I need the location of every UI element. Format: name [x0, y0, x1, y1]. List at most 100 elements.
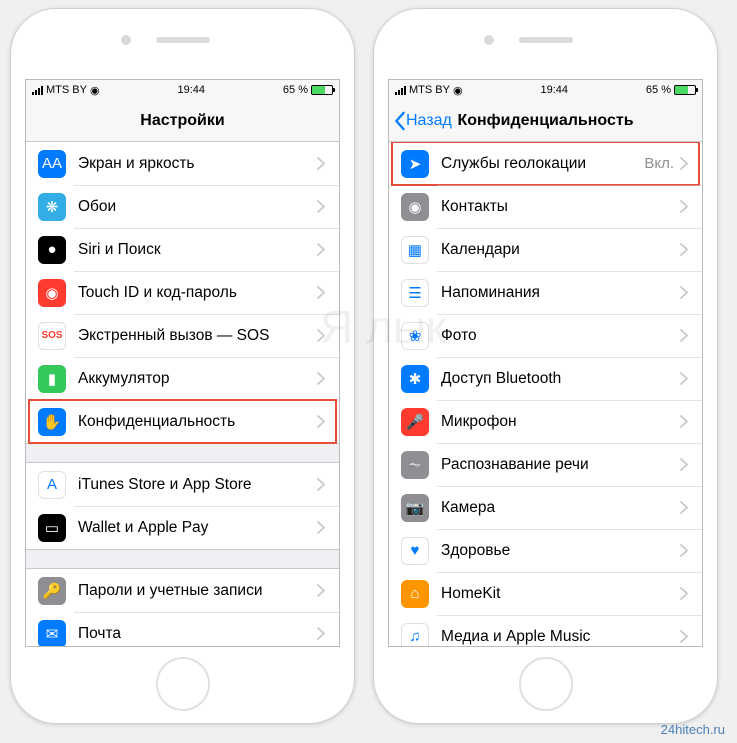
screen-left: MTS BY ◉ 19:44 65 % Настройки AAЭкран и …: [25, 79, 340, 647]
settings-row[interactable]: 🎤Микрофон: [389, 400, 702, 443]
settings-row[interactable]: SOSЭкстренный вызов — SOS: [26, 314, 339, 357]
chevron-right-icon: [680, 157, 688, 170]
settings-row[interactable]: ❋Обои: [26, 185, 339, 228]
row-icon: ▦: [401, 236, 429, 264]
row-label: Службы геолокации: [441, 155, 644, 173]
back-label: Назад: [406, 112, 452, 130]
chevron-right-icon: [317, 372, 325, 385]
row-label: Фото: [441, 327, 680, 345]
chevron-right-icon: [317, 157, 325, 170]
status-bar: MTS BY ◉ 19:44 65 %: [26, 80, 339, 100]
row-icon: ☰: [401, 279, 429, 307]
row-icon: ◉: [401, 193, 429, 221]
settings-row[interactable]: ▭Wallet и Apple Pay: [26, 506, 339, 549]
chevron-right-icon: [317, 521, 325, 534]
speaker: [156, 37, 210, 43]
row-label: Wallet и Apple Pay: [78, 519, 317, 537]
row-label: iTunes Store и App Store: [78, 476, 317, 494]
camera-dot: [484, 35, 494, 45]
phone-left: MTS BY ◉ 19:44 65 % Настройки AAЭкран и …: [10, 8, 355, 724]
row-label: Календари: [441, 241, 680, 259]
row-label: Распознавание речи: [441, 456, 680, 474]
home-button[interactable]: [156, 657, 210, 711]
row-label: HomeKit: [441, 585, 680, 603]
settings-row[interactable]: ♫ Медиа и Apple Music: [389, 615, 702, 646]
row-label: Конфиденциальность: [78, 413, 317, 431]
chevron-right-icon: [680, 286, 688, 299]
row-label: Почта: [78, 625, 317, 643]
settings-row[interactable]: ◉Touch ID и код-пароль: [26, 271, 339, 314]
home-button[interactable]: [519, 657, 573, 711]
clock: 19:44: [540, 84, 568, 96]
settings-row[interactable]: ♥ Здоровье: [389, 529, 702, 572]
row-label: Аккумулятор: [78, 370, 317, 388]
settings-row[interactable]: ● Siri и Поиск: [26, 228, 339, 271]
row-icon: ◉: [38, 279, 66, 307]
settings-list[interactable]: AAЭкран и яркость❋Обои ● Siri и Поиск ◉Touc…: [26, 142, 339, 646]
row-label: Контакты: [441, 198, 680, 216]
settings-row[interactable]: AAЭкран и яркость: [26, 142, 339, 185]
camera-dot: [121, 35, 131, 45]
battery-percent: 65 %: [283, 84, 308, 96]
battery-icon: [311, 85, 333, 95]
wifi-icon: ◉: [90, 84, 100, 97]
privacy-list[interactable]: ➤Службы геолокацииВкл. ◉ Контакты ▦ Календар…: [389, 142, 702, 646]
row-icon: ●: [38, 236, 66, 264]
settings-row[interactable]: ✋Конфиденциальность: [26, 400, 339, 443]
settings-group: AAЭкран и яркость❋Обои ● Siri и Поиск ◉Touc…: [26, 142, 339, 444]
settings-row[interactable]: ☰ Напоминания: [389, 271, 702, 314]
settings-row[interactable]: 🔑Пароли и учетные записи: [26, 569, 339, 612]
row-label: Напоминания: [441, 284, 680, 302]
chevron-right-icon: [680, 329, 688, 342]
status-bar: MTS BY ◉ 19:44 65 %: [389, 80, 702, 100]
battery-icon: [674, 85, 696, 95]
chevron-right-icon: [680, 630, 688, 643]
settings-row[interactable]: ✱ Доступ Bluetooth: [389, 357, 702, 400]
battery-percent: 65 %: [646, 84, 671, 96]
settings-group: 🔑Пароли и учетные записи✉Почта◉Контакты▦…: [26, 568, 339, 646]
settings-row[interactable]: ⌂ HomeKit: [389, 572, 702, 615]
settings-row[interactable]: 📷Камера: [389, 486, 702, 529]
settings-group: ➤Службы геолокацииВкл. ◉ Контакты ▦ Календар…: [389, 142, 702, 646]
settings-row[interactable]: ❀ Фото: [389, 314, 702, 357]
row-icon: ♫: [401, 623, 429, 647]
chevron-left-icon: [393, 111, 406, 131]
wifi-icon: ◉: [453, 84, 463, 97]
credit-label: 24hitech.ru: [661, 722, 725, 737]
row-label: Медиа и Apple Music: [441, 628, 680, 646]
chevron-right-icon: [680, 415, 688, 428]
row-icon: ♥: [401, 537, 429, 565]
row-label: Экстренный вызов — SOS: [78, 327, 317, 345]
chevron-right-icon: [317, 478, 325, 491]
signal-icon: [395, 86, 406, 95]
settings-row[interactable]: ✉Почта: [26, 612, 339, 646]
back-button[interactable]: Назад: [389, 111, 452, 131]
settings-row[interactable]: ⏦ Распознавание речи: [389, 443, 702, 486]
speaker: [519, 37, 573, 43]
row-icon: ✱: [401, 365, 429, 393]
chevron-right-icon: [317, 415, 325, 428]
chevron-right-icon: [680, 243, 688, 256]
row-icon: ❀: [401, 322, 429, 350]
row-label: Siri и Поиск: [78, 241, 317, 259]
settings-row[interactable]: AiTunes Store и App Store: [26, 463, 339, 506]
row-icon: 🎤: [401, 408, 429, 436]
chevron-right-icon: [680, 501, 688, 514]
row-icon: ⏦: [401, 451, 429, 479]
row-label: Здоровье: [441, 542, 680, 560]
row-label: Доступ Bluetooth: [441, 370, 680, 388]
screen-right: MTS BY ◉ 19:44 65 % Назад Конфиденциальн…: [388, 79, 703, 647]
chevron-right-icon: [680, 587, 688, 600]
chevron-right-icon: [317, 627, 325, 640]
row-label: Обои: [78, 198, 317, 216]
chevron-right-icon: [317, 243, 325, 256]
signal-icon: [32, 86, 43, 95]
settings-row[interactable]: ➤Службы геолокацииВкл.: [389, 142, 702, 185]
settings-row[interactable]: ◉ Контакты: [389, 185, 702, 228]
settings-row[interactable]: ▦ Календари: [389, 228, 702, 271]
row-icon: ⌂: [401, 580, 429, 608]
page-title: Настройки: [26, 112, 339, 130]
row-label: Экран и яркость: [78, 155, 317, 173]
row-icon: 📷: [401, 494, 429, 522]
settings-row[interactable]: ▮Аккумулятор: [26, 357, 339, 400]
